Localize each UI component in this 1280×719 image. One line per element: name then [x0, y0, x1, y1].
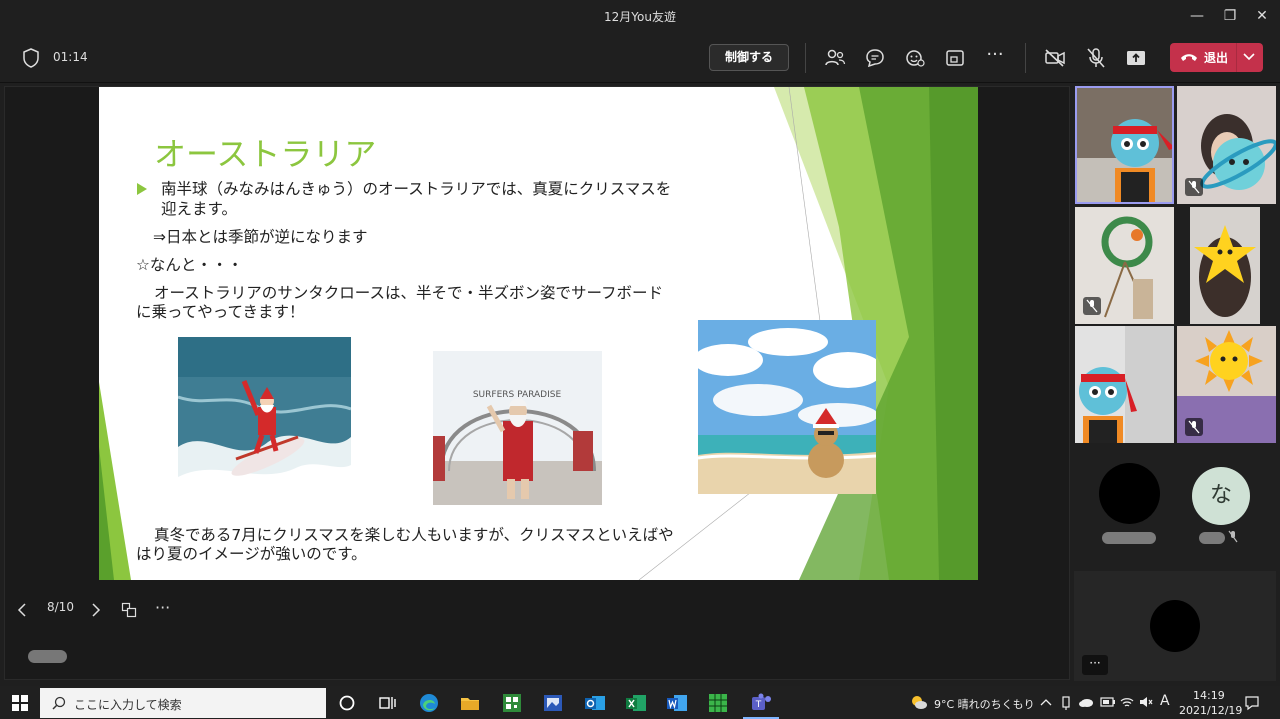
mic-muted-icon [1083, 297, 1101, 315]
close-button[interactable]: ✕ [1252, 6, 1272, 26]
participant-avatar[interactable] [1150, 600, 1200, 652]
speaker-muted-icon[interactable] [1139, 695, 1153, 709]
surfing-santa-photo [178, 337, 351, 505]
usb-device-icon[interactable] [1060, 695, 1072, 711]
chevron-up-icon[interactable] [1040, 697, 1052, 707]
windows-start-icon[interactable] [12, 695, 28, 711]
leave-label: 退出 [1204, 51, 1229, 65]
weather-sun-cloud-icon[interactable] [910, 694, 928, 710]
word-icon[interactable] [666, 692, 688, 714]
minimize-button[interactable]: — [1187, 6, 1207, 26]
windows-taskbar: ここに入力して検索 T 9°C 晴れのちくもり A 14:19 2021/12/… [0, 686, 1280, 719]
previous-slide-icon[interactable] [17, 603, 27, 617]
bottom-line-1: 真冬である7月にクリスマスを楽しむ人もいますが、クリスマスといえばや [154, 526, 674, 544]
file-explorer-icon[interactable] [459, 692, 481, 714]
search-icon [52, 696, 66, 710]
slide-more-options[interactable]: ··· [155, 598, 170, 617]
mic-off-icon[interactable] [1084, 46, 1108, 70]
participant-avatar[interactable] [1099, 463, 1160, 524]
search-placeholder: ここに入力して検索 [74, 698, 182, 712]
chevron-down-icon[interactable] [1243, 53, 1255, 61]
slide-grid-icon[interactable] [121, 602, 137, 618]
slide-page-indicator: 8/10 [47, 600, 74, 614]
meeting-toolbar: 01:14 制御する ··· 退出 [0, 33, 1280, 83]
rooms-icon[interactable] [943, 46, 967, 70]
participant-video-tile[interactable] [1075, 326, 1174, 443]
excel-icon[interactable] [625, 692, 647, 714]
clock-time[interactable]: 14:19 [1193, 689, 1225, 702]
edge-browser-icon[interactable] [418, 692, 440, 714]
elapsed-time: 01:14 [53, 50, 88, 64]
slide-title: オーストラリア [154, 135, 377, 173]
season-note: ⇒日本とは季節が逆になります [153, 228, 368, 246]
toolbar-divider [805, 43, 806, 73]
presenter-name-pill [28, 650, 67, 663]
clock-date[interactable]: 2021/12/19 [1179, 704, 1242, 717]
participants-icon[interactable] [823, 46, 847, 70]
notification-center-icon[interactable] [1244, 695, 1260, 711]
surfers-paradise-santa-photo: SURFERS PARADISE [433, 351, 602, 505]
weather-text[interactable]: 9°C 晴れのちくもり [934, 696, 1035, 712]
title-bar: 12月You友遊 — ❐ ✕ [0, 0, 1280, 33]
participant-avatar-initial[interactable]: な [1192, 467, 1250, 525]
leave-button[interactable]: 退出 [1170, 43, 1263, 72]
sand-snowman-beach-photo [698, 320, 876, 494]
taskbar-search-box[interactable]: ここに入力して検索 [40, 688, 326, 718]
chat-icon[interactable] [863, 46, 887, 70]
mic-muted-icon [1228, 530, 1238, 543]
next-slide-icon[interactable] [91, 603, 101, 617]
take-control-button[interactable]: 制御する [709, 44, 789, 71]
reactions-icon[interactable] [903, 46, 927, 70]
outlook-icon[interactable] [584, 692, 606, 714]
bottom-line-2: はり夏のイメージが強いのです。 [136, 545, 367, 563]
santa-line-1: オーストラリアのサンタクロースは、半そで・半ズボン姿でサーフボード [154, 284, 664, 302]
mic-muted-icon [1185, 418, 1203, 436]
bullet-line-1: 南半球（みなみはんきゅう）のオーストラリアでは、真夏にクリスマスを [161, 180, 672, 198]
participant-video-tile[interactable] [1075, 86, 1174, 204]
window-title: 12月You友遊 [604, 10, 676, 24]
santa-line-2: に乗ってやってきます！ [136, 303, 305, 321]
qr-app-icon[interactable] [501, 692, 523, 714]
participant-video-tile[interactable] [1190, 207, 1260, 324]
more-participants-button[interactable]: ··· [1082, 655, 1108, 675]
presentation-slide: オーストラリア 南半球（みなみはんきゅう）のオーストラリアでは、真夏にクリスマス… [99, 87, 978, 580]
participant-video-tile[interactable] [1177, 86, 1276, 204]
bullet-line-2: 迎えます。 [161, 200, 237, 218]
wifi-icon[interactable] [1120, 695, 1134, 709]
svg-text:T: T [755, 700, 762, 710]
arch-sign-text: SURFERS PARADISE [473, 390, 562, 400]
leave-divider [1236, 43, 1237, 72]
ime-indicator[interactable]: A [1160, 693, 1170, 709]
photo-app-icon[interactable] [542, 692, 564, 714]
shield-icon [23, 48, 39, 68]
restore-button[interactable]: ❐ [1220, 6, 1240, 26]
spreadsheet-app-icon[interactable] [707, 692, 729, 714]
camera-off-icon[interactable] [1043, 46, 1067, 70]
cortana-icon[interactable] [336, 692, 358, 714]
cat-sticker-icon [1075, 326, 1174, 443]
bullet-arrow-icon [137, 183, 147, 195]
cat-sticker-icon [1077, 88, 1172, 202]
participant-video-tile[interactable] [1075, 207, 1174, 324]
phone-hangup-icon [1181, 54, 1197, 61]
more-actions-icon[interactable]: ··· [983, 46, 1007, 70]
teams-icon[interactable]: T [750, 692, 772, 714]
task-view-icon[interactable] [376, 692, 398, 714]
battery-icon[interactable] [1100, 696, 1116, 708]
participant-video-tile[interactable] [1177, 326, 1276, 443]
star-sticker-icon [1190, 207, 1260, 324]
participant-name-pill [1102, 532, 1156, 544]
toolbar-divider [1025, 43, 1026, 73]
share-screen-icon[interactable] [1124, 46, 1148, 70]
nanto-line: ☆なんと・・・ [136, 256, 243, 274]
onedrive-cloud-icon[interactable] [1078, 696, 1094, 708]
mic-muted-icon [1185, 178, 1203, 196]
participant-name-pill [1199, 532, 1225, 544]
